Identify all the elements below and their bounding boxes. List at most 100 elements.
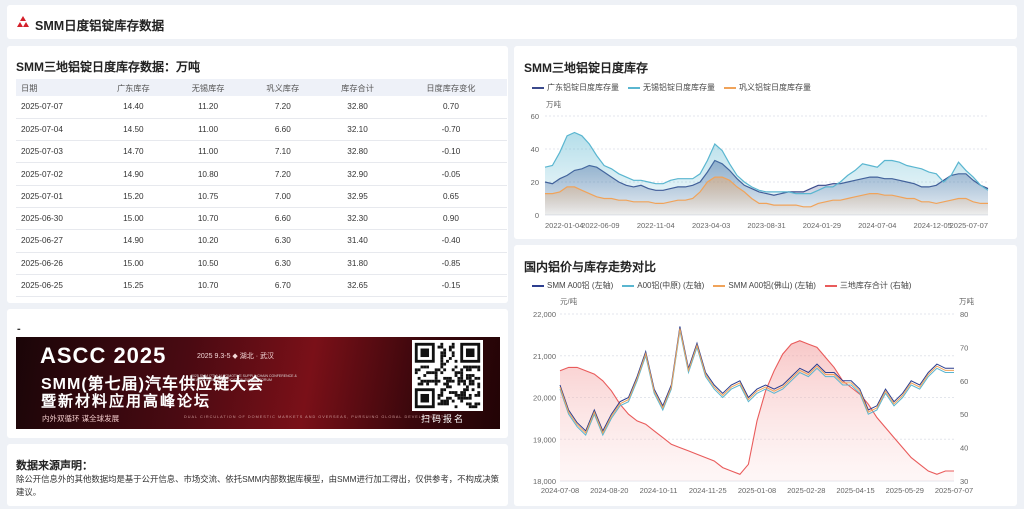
- table-row: 2025-06-27 14.90 10.20 6.30 31.40 -0.40: [16, 229, 507, 253]
- table-cell: -0.05: [394, 162, 507, 186]
- inventory-table-card: SMM三地铝锭日度库存数据：万吨 日期 广东库存 无锡库存 巩义库存 库存合计 日度库存变…: [7, 46, 508, 303]
- banner-title-en: 2025 SMM (7TH) AUTOMOTIVE SUPPLY CHAIN C…: [191, 374, 297, 382]
- chart2-plot: 元/吨 万吨 18,000 19,000 20,000 21,000 22,000 30 40 5…: [533, 296, 974, 495]
- table-cell: 6.70: [245, 274, 321, 298]
- table-cell: 2025-07-03: [16, 140, 96, 164]
- table-cell: -0.70: [394, 118, 507, 142]
- table-cell: 32.10: [320, 118, 395, 142]
- chart2-ytick-right: 80: [960, 310, 968, 319]
- table-cell: 7.20: [245, 96, 321, 119]
- table-cell: 2025-06-26: [16, 252, 96, 275]
- table-cell: 2025-07-02: [16, 162, 96, 186]
- chart1-xtick-label: 2022-01-04: [545, 221, 583, 230]
- chart1-ytick-label: 60: [531, 112, 539, 121]
- chart2-ytick-left: 18,000: [533, 477, 556, 486]
- table-cell: 32.90: [320, 162, 395, 186]
- table-cell: 0.70: [394, 96, 507, 119]
- table-cell: 2025-07-07: [16, 96, 96, 119]
- table-row: 2025-06-30 15.00 10.70 6.60 32.30 0.90: [16, 207, 507, 231]
- table-cell: 10.70: [170, 207, 246, 231]
- table-cell: 32.95: [320, 185, 395, 208]
- page-header: SMM日度铝锭库存数据: [7, 5, 1017, 39]
- chart2-xtick-label: 2025-07-07: [935, 486, 973, 495]
- chart1-unit-label: 万吨: [546, 99, 561, 109]
- chart2-ytick-right: 60: [960, 377, 968, 386]
- chart1-xtick-label: 2022-06-09: [581, 221, 619, 230]
- table-header-cell: 巩义库存: [245, 79, 321, 96]
- chart2-xtick-label: 2025-01-08: [738, 486, 776, 495]
- inventory-table: 日期 广东库存 无锡库存 巩义库存 库存合计 日度库存变化 2025-07-07 14.40…: [16, 79, 507, 298]
- chart1-xtick-label: 2023-08-31: [747, 221, 785, 230]
- smm-logo-icon: [17, 16, 29, 27]
- table-cell: 0.65: [394, 185, 507, 208]
- table-row: 2025-07-01 15.20 10.75 7.00 32.95 0.65: [16, 185, 507, 208]
- chart2-ytick-left: 20,000: [533, 394, 556, 403]
- table-cell: 11.00: [170, 140, 246, 164]
- qr-code-icon[interactable]: [412, 340, 483, 411]
- table-cell: 2025-06-27: [16, 229, 96, 253]
- table-cell: 2025-06-25: [16, 274, 96, 298]
- section-marker: -: [17, 323, 21, 335]
- table-row: 2025-06-25 15.25 10.70 6.70 32.65 -0.15: [16, 274, 507, 298]
- chart1-ytick-label: 40: [531, 145, 539, 154]
- chart2-right-unit: 万吨: [959, 296, 974, 306]
- table-cell: 7.20: [245, 162, 321, 186]
- banner-date-place: 2025 9.3-5 ◆ 湖北 · 武汉: [197, 353, 274, 360]
- table-cell: 6.30: [245, 252, 321, 275]
- chart1-ytick-label: 0: [535, 211, 539, 220]
- table-cell: 15.20: [96, 185, 171, 208]
- table-cell: 10.75: [170, 185, 246, 208]
- table-cell: -0.85: [394, 252, 507, 275]
- conference-banner[interactable]: ASCC 2025 2025 9.3-5 ◆ 湖北 · 武汉 SMM(第七届)汽…: [16, 337, 500, 429]
- table-header-cell: 日期: [16, 79, 96, 96]
- table-cell: 10.20: [170, 229, 246, 253]
- table-cell: 6.30: [245, 229, 321, 253]
- chart1-xtick-label: 2022-11-04: [637, 221, 675, 230]
- table-header-cell: 库存合计: [320, 79, 395, 96]
- chart2-ytick-left: 19,000: [533, 435, 556, 444]
- chart2-xtick-label: 2025-05-29: [886, 486, 924, 495]
- table-cell: 14.50: [96, 118, 171, 142]
- table-cell: -0.15: [394, 274, 507, 298]
- table-cell: 14.90: [96, 229, 171, 253]
- source-note-title: 数据来源声明：: [16, 460, 93, 472]
- table-title: SMM三地铝锭日度库存数据：万吨: [16, 60, 200, 74]
- source-note-card: 数据来源声明： 除公开信息外的其他数据均是基于公开信息、市场交流、依托SMM内部…: [7, 444, 508, 506]
- chart2-xtick-label: 2024-11-25: [689, 486, 727, 495]
- table-cell: 10.80: [170, 162, 246, 186]
- table-cell: 14.70: [96, 140, 171, 164]
- table-cell: -0.10: [394, 140, 507, 164]
- chart2-left-unit: 元/吨: [560, 296, 578, 306]
- table-cell: 7.00: [245, 185, 321, 208]
- chart1-plot: 万吨 0 20 40 60 2022-01-042022-06-09 2022-11-04 2…: [531, 99, 989, 230]
- table-cell: 7.10: [245, 140, 321, 164]
- banner-title-line2: 暨新材料应用高峰论坛: [41, 393, 212, 410]
- table-row: 2025-06-26 15.00 10.50 6.30 31.80 -0.85: [16, 252, 507, 275]
- table-cell: -0.40: [394, 229, 507, 253]
- table-cell: 11.20: [170, 96, 246, 119]
- table-cell: 31.40: [320, 229, 395, 253]
- table-cell: 10.70: [170, 274, 246, 298]
- table-cell: 15.00: [96, 207, 171, 231]
- chart2-ytick-right: 50: [960, 410, 968, 419]
- table-cell: 6.60: [245, 118, 321, 142]
- table-cell: 32.30: [320, 207, 395, 231]
- chart1-xtick-label: 2024-01-29: [803, 221, 841, 230]
- table-row: 2025-07-07 14.40 11.20 7.20 32.80 0.70: [16, 96, 507, 119]
- chart1-xtick-label: 2023-04-03: [692, 221, 730, 230]
- chart2-ytick-left: 21,000: [533, 352, 556, 361]
- chart2-ytick-right: 40: [960, 444, 968, 453]
- table-cell: 2025-06-30: [16, 207, 96, 231]
- banner-tagline-en: DUAL CIRCULATION OF DOMESTIC MARKETS AND…: [184, 415, 445, 419]
- chart2-ytick-left: 22,000: [533, 310, 556, 319]
- table-cell: 32.65: [320, 274, 395, 298]
- table-header-cell: 无锡库存: [170, 79, 246, 96]
- table-cell: 11.00: [170, 118, 246, 142]
- chart1-ytick-label: 20: [531, 178, 539, 187]
- table-header-cell: 广东库存: [96, 79, 171, 96]
- chart2-xtick-label: 2024-08-20: [590, 486, 628, 495]
- banner-card: - ASCC 2025 2025 9.3-5 ◆ 湖北 · 武汉 SMM(第七届…: [7, 309, 508, 438]
- table-cell: 32.80: [320, 96, 395, 119]
- table-cell: 15.25: [96, 274, 171, 298]
- chart1-xtick-label: 2024-12-05: [913, 221, 951, 230]
